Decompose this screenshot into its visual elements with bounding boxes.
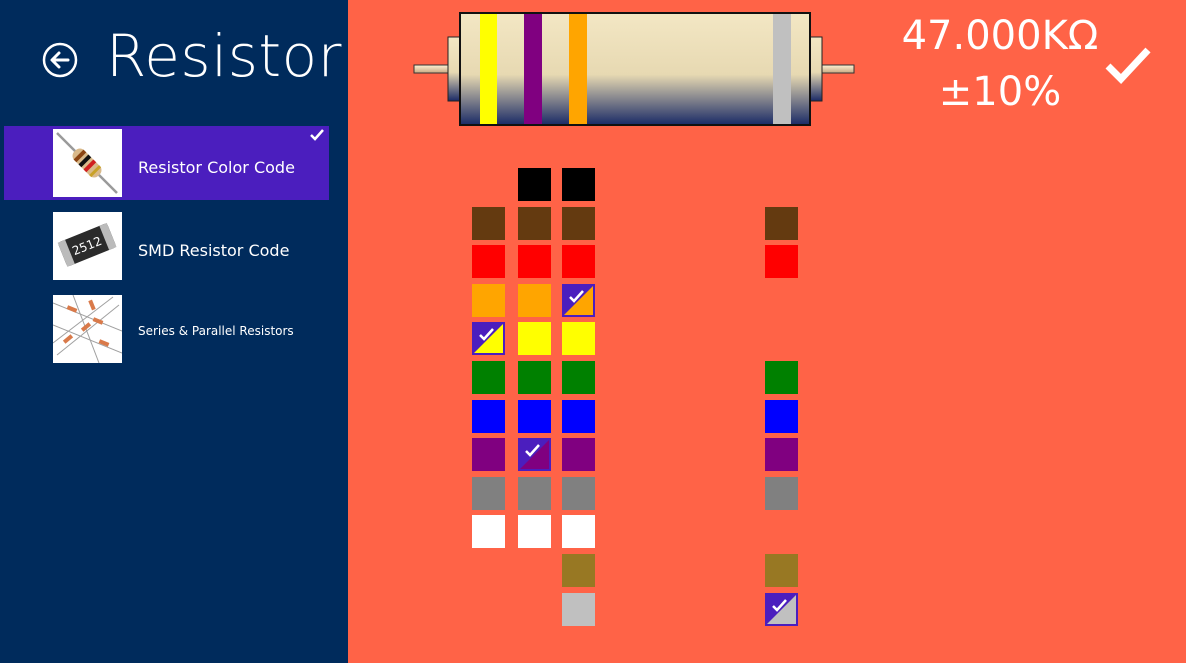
band1-swatch-brown[interactable] [472, 207, 505, 240]
sidebar-item-resistor-color-code[interactable]: Resistor Color Code [4, 126, 329, 200]
band1-swatch-red[interactable] [472, 245, 505, 278]
resistor-thumbnail [53, 129, 122, 197]
multiplier-swatch-black[interactable] [562, 168, 595, 201]
multiplier-swatch-brown[interactable] [562, 207, 595, 240]
multiplier-swatch-red[interactable] [562, 245, 595, 278]
checkmark-icon [767, 595, 796, 624]
resistor-band-multiplier [569, 14, 587, 124]
band1-swatch-yellow[interactable] [472, 322, 505, 355]
band2-swatch-green[interactable] [518, 361, 551, 394]
band2-swatch-yellow[interactable] [518, 322, 551, 355]
multiplier-swatch-gold[interactable] [562, 554, 595, 587]
checkmark-icon [310, 129, 324, 141]
tolerance-swatch-gold[interactable] [765, 554, 798, 587]
multiplier-swatch-orange[interactable] [562, 284, 595, 317]
checkmark-icon [520, 440, 549, 469]
resistance-value: 47.000KΩ [901, 13, 1099, 59]
multiplier-swatch-green[interactable] [562, 361, 595, 394]
tolerance-swatch-violet[interactable] [765, 438, 798, 471]
multiplier-swatch-white[interactable] [562, 515, 595, 548]
tolerance-value: ±10% [938, 69, 1062, 115]
back-button[interactable] [42, 42, 78, 78]
tolerance-swatch-brown[interactable] [765, 207, 798, 240]
tolerance-swatch-red[interactable] [765, 245, 798, 278]
sidebar: Resistor Resistor Color Code 2512 SMD Re… [0, 0, 348, 663]
tolerance-swatch-silver[interactable] [765, 593, 798, 626]
sidebar-item-label: Series & Parallel Resistors [138, 324, 294, 338]
sidebar-item-label: SMD Resistor Code [138, 241, 290, 260]
band1-swatch-white[interactable] [472, 515, 505, 548]
smd-resistor-thumbnail: 2512 [53, 212, 122, 280]
multiplier-swatch-silver[interactable] [562, 593, 595, 626]
band2-swatch-blue[interactable] [518, 400, 551, 433]
resistor-band-2 [524, 14, 542, 124]
band1-swatch-orange[interactable] [472, 284, 505, 317]
checkmark-icon[interactable] [1104, 44, 1152, 86]
sidebar-item-smd-resistor-code[interactable]: 2512 SMD Resistor Code [4, 209, 329, 283]
back-arrow-icon [42, 42, 78, 78]
sidebar-item-series-parallel[interactable]: Series & Parallel Resistors [4, 292, 329, 366]
resistor-band-1 [480, 14, 497, 124]
tolerance-swatch-gray[interactable] [765, 477, 798, 510]
band1-swatch-green[interactable] [472, 361, 505, 394]
band2-swatch-white[interactable] [518, 515, 551, 548]
checkmark-icon [564, 286, 593, 315]
main-panel: 47.000KΩ ±10% [348, 0, 1186, 663]
band1-swatch-gray[interactable] [472, 477, 505, 510]
resistor-band-tolerance [773, 14, 791, 124]
multiplier-swatch-blue[interactable] [562, 400, 595, 433]
page-title: Resistor [106, 22, 342, 90]
tolerance-swatch-green[interactable] [765, 361, 798, 394]
band2-swatch-black[interactable] [518, 168, 551, 201]
tolerance-swatch-blue[interactable] [765, 400, 798, 433]
resistor-illustration [413, 12, 855, 126]
band2-swatch-orange[interactable] [518, 284, 551, 317]
band2-swatch-gray[interactable] [518, 477, 551, 510]
band1-swatch-blue[interactable] [472, 400, 505, 433]
band1-swatch-violet[interactable] [472, 438, 505, 471]
band2-swatch-violet[interactable] [518, 438, 551, 471]
multiplier-swatch-violet[interactable] [562, 438, 595, 471]
band2-swatch-red[interactable] [518, 245, 551, 278]
series-parallel-thumbnail [53, 295, 122, 363]
multiplier-swatch-yellow[interactable] [562, 322, 595, 355]
checkmark-icon [474, 324, 503, 353]
multiplier-swatch-gray[interactable] [562, 477, 595, 510]
sidebar-item-label: Resistor Color Code [138, 158, 295, 177]
band2-swatch-brown[interactable] [518, 207, 551, 240]
